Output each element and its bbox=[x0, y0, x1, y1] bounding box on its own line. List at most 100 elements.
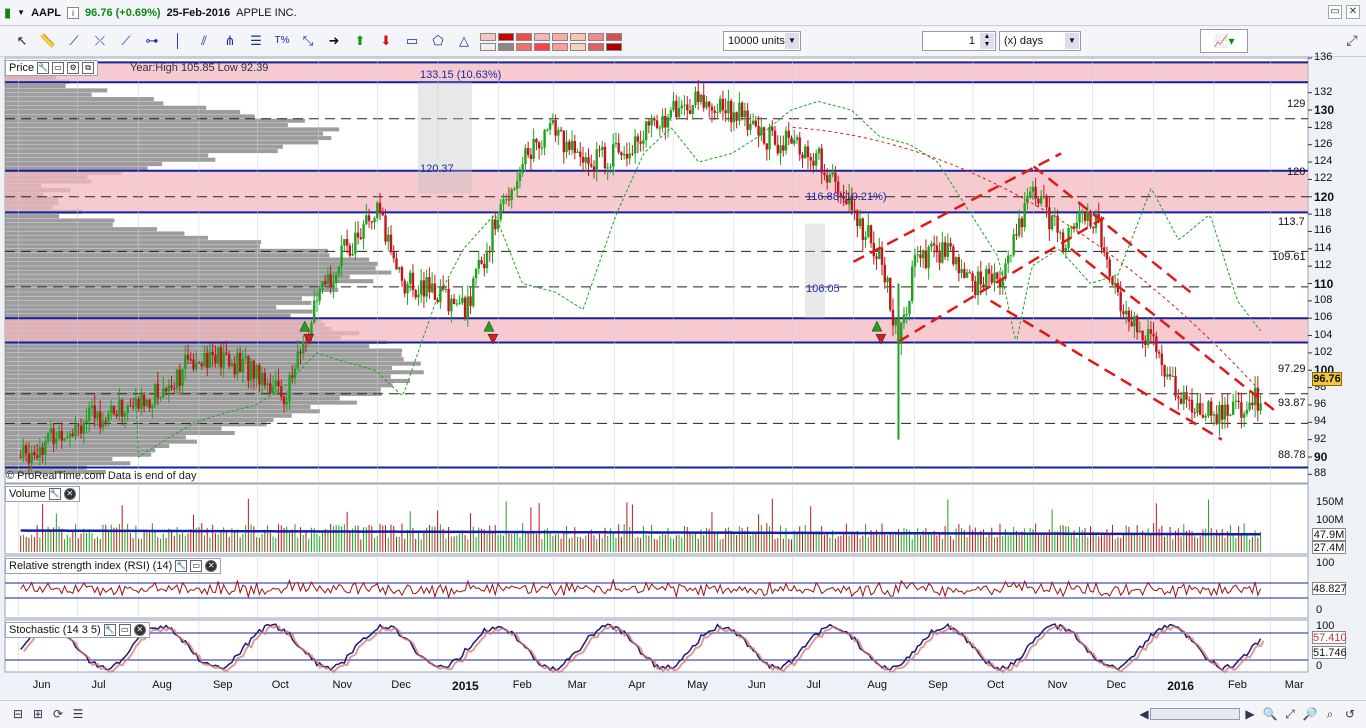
volume-profile-bar bbox=[5, 248, 328, 253]
candle-body bbox=[869, 225, 873, 244]
candle-body bbox=[573, 141, 576, 153]
wrench-icon[interactable]: 🔧 bbox=[103, 624, 116, 636]
watermark-text: © ProRealTime.com Data is end of day bbox=[6, 470, 197, 482]
candle-body bbox=[565, 141, 568, 153]
volume-value-tag: 27.4M bbox=[1312, 541, 1346, 554]
candle-body bbox=[24, 445, 28, 454]
maximize-icon[interactable]: ▭ bbox=[190, 560, 203, 572]
x-tick-label: Sep bbox=[212, 679, 233, 691]
maximize-icon[interactable]: ▭ bbox=[52, 62, 65, 74]
magnifier-icon[interactable]: 🔎 bbox=[1302, 706, 1318, 722]
volume-panel-title: Volume 🔧 ✕ bbox=[5, 486, 80, 502]
candle-body bbox=[688, 110, 692, 114]
refresh-icon[interactable]: ⟳ bbox=[50, 706, 66, 722]
close-icon[interactable]: ✕ bbox=[63, 488, 76, 500]
candle-body bbox=[252, 360, 256, 379]
search-icon[interactable]: ⌕ bbox=[1322, 706, 1338, 722]
range-highlight bbox=[805, 223, 825, 319]
candle-body bbox=[853, 210, 856, 212]
candle-body bbox=[655, 120, 659, 128]
candle-body bbox=[886, 277, 889, 283]
candle-body bbox=[625, 153, 629, 159]
candle-body bbox=[343, 239, 346, 246]
candle-body bbox=[814, 153, 818, 166]
candle-body bbox=[738, 102, 741, 121]
volume-profile-bar bbox=[5, 257, 370, 262]
candle-body bbox=[647, 121, 651, 126]
settings-icon[interactable]: ⚙ bbox=[67, 62, 80, 74]
wrench-icon[interactable]: 🔧 bbox=[37, 62, 50, 74]
candle-body bbox=[55, 438, 58, 444]
candle-body bbox=[713, 110, 716, 113]
candle-body bbox=[524, 148, 527, 164]
candle-body bbox=[68, 433, 72, 438]
candle-body bbox=[636, 136, 640, 142]
candle-body bbox=[123, 413, 127, 417]
volume-profile-bar bbox=[5, 274, 350, 279]
x-tick-label: Apr bbox=[628, 679, 646, 691]
candle-body bbox=[197, 362, 201, 364]
candle-body bbox=[49, 428, 53, 434]
candle-body bbox=[1064, 248, 1068, 252]
rsi-panel-title: Relative strength index (RSI) (14) 🔧 ▭ ✕ bbox=[5, 558, 222, 574]
time-scrollbar[interactable] bbox=[1150, 708, 1240, 720]
candle-body bbox=[1201, 414, 1205, 418]
candle-body bbox=[428, 277, 431, 293]
maximize-icon[interactable]: ▭ bbox=[118, 624, 131, 636]
y-tick-label: 120 bbox=[1314, 189, 1335, 204]
candle-body bbox=[875, 256, 878, 259]
candle-body bbox=[620, 152, 623, 156]
candle-body bbox=[1242, 413, 1246, 418]
candle-body bbox=[721, 98, 725, 111]
chart-canvas[interactable] bbox=[0, 0, 1366, 700]
candle-body bbox=[902, 314, 906, 323]
candle-body bbox=[400, 267, 404, 281]
x-tick-label: Jun bbox=[32, 679, 51, 691]
candle-body bbox=[1127, 310, 1131, 322]
candle-body bbox=[765, 143, 769, 150]
candle-body bbox=[795, 137, 799, 140]
scroll-right-icon[interactable]: ▶ bbox=[1242, 706, 1258, 722]
candle-body bbox=[463, 297, 467, 319]
candle-body bbox=[178, 369, 181, 386]
candle-body bbox=[452, 298, 456, 305]
candle-body bbox=[1259, 403, 1262, 411]
annotation-label: 116.88 (10.21%) bbox=[806, 191, 887, 203]
candle-body bbox=[425, 277, 428, 297]
candle-body bbox=[472, 278, 475, 307]
reset-icon[interactable]: ↺ bbox=[1342, 706, 1358, 722]
close-icon[interactable]: ✕ bbox=[205, 560, 218, 572]
list-icon[interactable]: ☰ bbox=[70, 706, 86, 722]
candle-body bbox=[1207, 401, 1210, 416]
volume-profile-bar bbox=[5, 157, 216, 162]
candle-body bbox=[1146, 329, 1150, 345]
fit-icon[interactable]: ⤢ bbox=[1282, 706, 1298, 722]
candle-body bbox=[1138, 330, 1142, 333]
volume-profile-bar bbox=[5, 413, 292, 418]
volume-profile-bar bbox=[5, 261, 379, 266]
candle-body bbox=[238, 352, 242, 372]
candle-body bbox=[644, 121, 648, 141]
candle-body bbox=[186, 355, 190, 360]
candle-body bbox=[340, 245, 343, 267]
candle-body bbox=[203, 352, 206, 367]
candle-body bbox=[581, 156, 585, 163]
scroll-left-icon[interactable]: ◀ bbox=[1136, 706, 1152, 722]
candle-body bbox=[680, 105, 683, 109]
volume-profile-bar bbox=[5, 448, 156, 453]
candle-body bbox=[1168, 374, 1172, 377]
candle-body bbox=[466, 296, 470, 319]
close-icon[interactable]: ✕ bbox=[133, 624, 146, 636]
candle-body bbox=[724, 110, 727, 114]
zoom-out-icon[interactable]: ⊟ bbox=[10, 706, 26, 722]
candle-body bbox=[90, 405, 94, 408]
candle-body bbox=[617, 142, 620, 153]
copy-icon[interactable]: ⧉ bbox=[82, 62, 95, 74]
zoom-in-icon[interactable]: ⊞ bbox=[30, 706, 46, 722]
wrench-icon[interactable]: 🔧 bbox=[48, 488, 61, 500]
candle-body bbox=[996, 272, 999, 279]
wrench-icon[interactable]: 🔧 bbox=[175, 560, 188, 572]
candle-body bbox=[1017, 218, 1021, 236]
zoom-icon[interactable]: 🔍 bbox=[1262, 706, 1278, 722]
candle-body bbox=[1240, 402, 1243, 418]
